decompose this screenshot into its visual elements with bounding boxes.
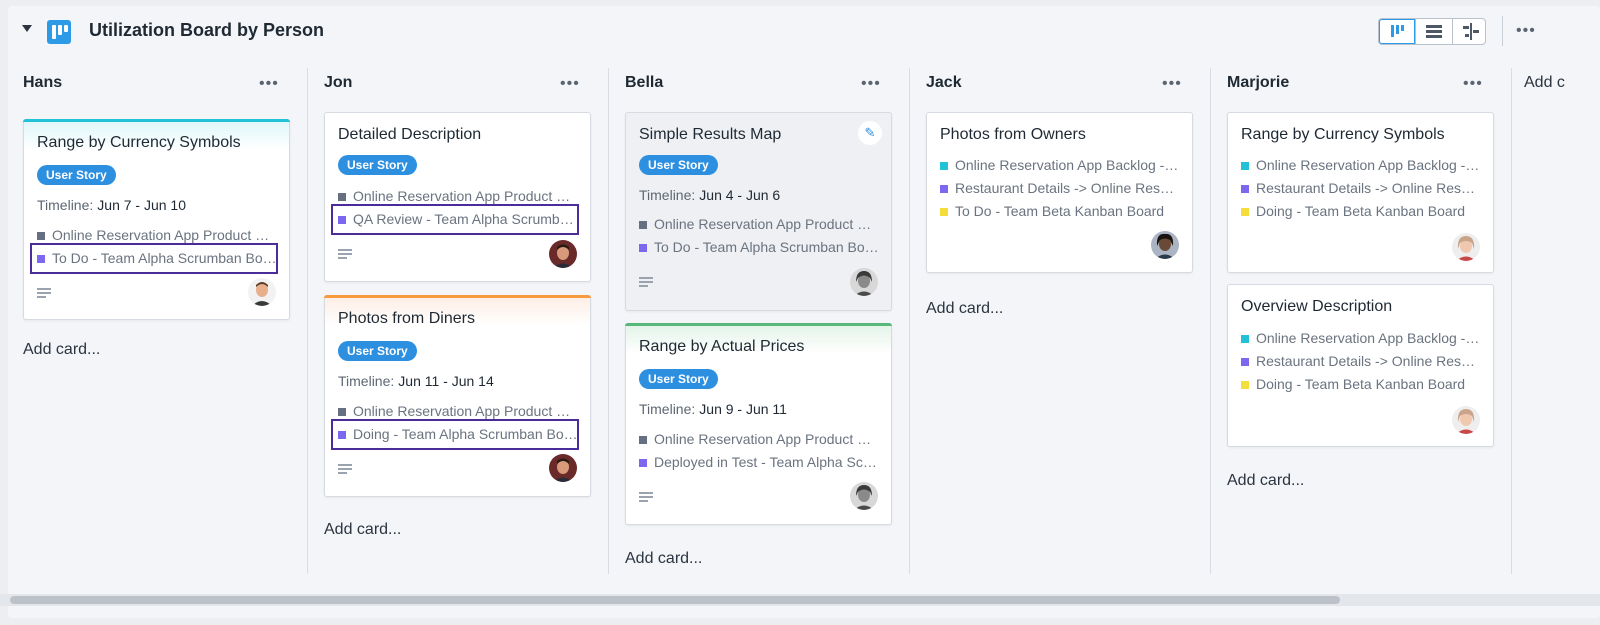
add-card-link[interactable]: Add card... <box>625 550 702 568</box>
card-link[interactable]: Online Reservation App Product Backlog <box>639 431 879 447</box>
card-detailed-description[interactable]: Detailed Description User Story Online R… <box>324 112 591 282</box>
avatar[interactable] <box>850 482 878 510</box>
card-link[interactable]: Doing - Team Beta Kanban Board <box>1241 203 1481 219</box>
card-link[interactable]: To Do - Team Beta Kanban Board <box>940 203 1180 219</box>
column-marjorie: Marjorie ••• Range by Currency Symbols O… <box>1212 58 1512 574</box>
column-more-icon[interactable]: ••• <box>560 76 580 92</box>
card-link[interactable]: Deployed in Test - Team Alpha Scrumban B… <box>639 454 879 470</box>
column-more-icon[interactable]: ••• <box>1463 76 1483 92</box>
card-range-by-currency-symbols[interactable]: Range by Currency Symbols Online Reserva… <box>1227 112 1494 273</box>
card-title: Range by Currency Symbols <box>37 134 241 151</box>
user-story-badge: User Story <box>338 155 417 175</box>
card-link[interactable]: QA Review - Team Alpha Scrumban Board <box>338 211 578 227</box>
card-title: Overview Description <box>1241 298 1393 315</box>
add-card-link[interactable]: Add card... <box>1227 472 1304 490</box>
column-more-icon[interactable]: ••• <box>861 76 881 92</box>
column-bella: Bella ••• Simple Results Map ✎ User Stor… <box>610 58 910 574</box>
board-icon <box>47 20 71 44</box>
card-link[interactable]: To Do - Team Alpha Scrumban Board <box>639 239 879 255</box>
card-title: Photos from Diners <box>338 310 475 327</box>
edit-pencil-icon[interactable]: ✎ <box>858 121 882 145</box>
card-title: Photos from Owners <box>940 126 1086 143</box>
card-timeline: Timeline: Jun 7 - Jun 10 <box>37 197 187 213</box>
card-link[interactable]: Online Reservation App Backlog - Team Be… <box>940 157 1180 173</box>
card-photos-from-diners[interactable]: Photos from Diners User Story Timeline: J… <box>324 295 591 497</box>
card-link[interactable]: Restaurant Details -> Online Reservation… <box>1241 180 1481 196</box>
add-card-link[interactable]: Add card... <box>23 341 100 359</box>
card-link[interactable]: To Do - Team Alpha Scrumban Board <box>37 250 277 266</box>
card-link[interactable]: Online Reservation App Product Backlog <box>338 403 578 419</box>
column-jack: Jack ••• Photos from Owners Online Reser… <box>911 58 1211 574</box>
user-story-badge: User Story <box>338 341 417 361</box>
card-timeline: Timeline: Jun 4 - Jun 6 <box>639 187 781 203</box>
avatar[interactable] <box>1151 231 1179 259</box>
table-view-icon[interactable] <box>1416 19 1453 44</box>
card-photos-from-owners[interactable]: Photos from Owners Online Reservation Ap… <box>926 112 1193 273</box>
card-title: Simple Results Map <box>639 126 782 143</box>
card-title: Range by Actual Prices <box>639 338 805 355</box>
card-timeline: Timeline: Jun 9 - Jun 11 <box>639 401 787 417</box>
avatar[interactable] <box>248 278 276 306</box>
add-card-link[interactable]: Add card... <box>324 521 401 539</box>
card-title: Detailed Description <box>338 126 482 143</box>
description-icon <box>639 492 653 504</box>
view-switcher <box>1378 18 1486 45</box>
card-link[interactable]: Doing - Team Beta Kanban Board <box>1241 376 1481 392</box>
column-name: Jon <box>324 74 353 91</box>
card-title: Range by Currency Symbols <box>1241 126 1445 143</box>
card-link[interactable]: Doing - Team Alpha Scrumban Board <box>338 426 578 442</box>
header-divider <box>1502 16 1503 46</box>
description-icon <box>37 288 51 300</box>
timeline-view-icon[interactable] <box>1453 19 1489 44</box>
column-name: Marjorie <box>1227 74 1290 91</box>
card-link[interactable]: Online Reservation App Product Backlog <box>338 188 578 204</box>
board-more-icon[interactable]: ••• <box>1516 23 1536 39</box>
card-link[interactable]: Online Reservation App Backlog - Team Be… <box>1241 157 1481 173</box>
card-link[interactable]: Online Reservation App Product Backlog <box>639 216 879 232</box>
avatar[interactable] <box>549 240 577 268</box>
column-hans: Hans ••• Range by Currency Symbols User … <box>8 58 308 574</box>
board-panel: Utilization Board by Person ••• Hans •••… <box>8 6 1600 618</box>
board-title: Utilization Board by Person <box>89 20 325 40</box>
user-story-badge: User Story <box>37 165 116 185</box>
card-link[interactable]: Online Reservation App Product Backlog <box>37 227 277 243</box>
column-name: Bella <box>625 74 664 91</box>
column-more-icon[interactable]: ••• <box>259 76 279 92</box>
card-link[interactable]: Restaurant Details -> Online Reservation… <box>1241 353 1481 369</box>
column-name: Jack <box>926 74 962 91</box>
avatar[interactable] <box>850 268 878 296</box>
column-more-icon[interactable]: ••• <box>1162 76 1182 92</box>
scrollbar-thumb[interactable] <box>10 596 1340 604</box>
user-story-badge: User Story <box>639 155 718 175</box>
add-card-link[interactable]: Add card... <box>926 300 1003 318</box>
card-timeline: Timeline: Jun 11 - Jun 14 <box>338 373 494 389</box>
column-jon: Jon ••• Detailed Description User Story … <box>309 58 609 574</box>
card-simple-results-map[interactable]: Simple Results Map ✎ User Story Timeline… <box>625 112 892 311</box>
description-icon <box>639 277 653 289</box>
description-icon <box>338 249 352 261</box>
card-link[interactable]: Online Reservation App Backlog - Team Be… <box>1241 330 1481 346</box>
column-name: Hans <box>23 74 63 91</box>
board-header: Utilization Board by Person ••• <box>8 6 1600 58</box>
avatar[interactable] <box>549 454 577 482</box>
kanban-view-icon[interactable] <box>1379 19 1416 44</box>
collapse-caret-icon[interactable] <box>22 25 32 32</box>
card-link[interactable]: Restaurant Details -> Online Reservation… <box>940 180 1180 196</box>
description-icon <box>338 464 352 476</box>
card-range-by-actual-prices[interactable]: Range by Actual Prices User Story Timeli… <box>625 323 892 525</box>
avatar[interactable] <box>1452 233 1480 261</box>
user-story-badge: User Story <box>639 369 718 389</box>
add-column-link[interactable]: Add c <box>1524 74 1565 92</box>
card-range-by-currency-symbols[interactable]: Range by Currency Symbols User Story Tim… <box>23 119 290 320</box>
avatar[interactable] <box>1452 406 1480 434</box>
card-overview-description[interactable]: Overview Description Online Reservation … <box>1227 284 1494 447</box>
